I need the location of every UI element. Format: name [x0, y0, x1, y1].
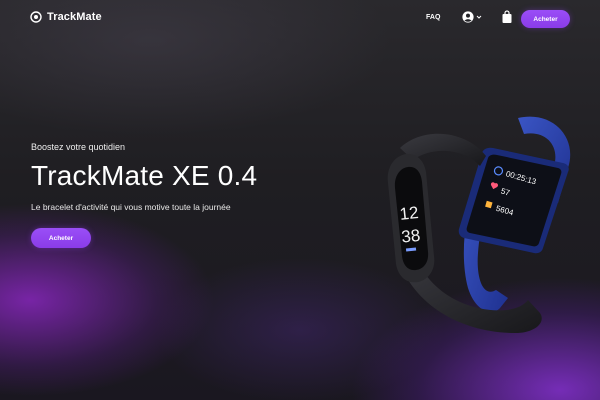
hero-eyebrow: Boostez votre quotidien	[31, 142, 126, 152]
cart-icon[interactable]	[501, 10, 513, 24]
top-nav: TrackMate FAQ Acheter	[0, 0, 600, 36]
buy-button-nav-label: Acheter	[533, 15, 558, 23]
chevron-down-icon	[476, 15, 482, 19]
black-band-hours: 12	[399, 203, 420, 224]
buy-button-nav[interactable]: Acheter	[521, 10, 570, 28]
buy-button-hero-label: Acheter	[48, 234, 74, 242]
logo-icon	[30, 11, 42, 23]
black-band-minutes: 38	[400, 226, 421, 247]
nav-link-faq[interactable]: FAQ	[426, 14, 440, 21]
hero-title: TrackMate XE 0.4	[31, 160, 258, 191]
hero-subtitle: Le bracelet d'activité qui vous motive t…	[31, 202, 231, 212]
brand-name: TrackMate	[47, 11, 102, 23]
account-menu[interactable]	[462, 11, 482, 23]
brand-logo[interactable]: TrackMate	[30, 11, 102, 23]
hero-section: Boostez votre quotidien TrackMate XE 0.4…	[31, 142, 331, 212]
user-icon	[462, 11, 474, 23]
product-image: 00:25:13 57 5604 12 38	[387, 116, 571, 334]
buy-button-hero[interactable]: Acheter	[31, 228, 91, 248]
